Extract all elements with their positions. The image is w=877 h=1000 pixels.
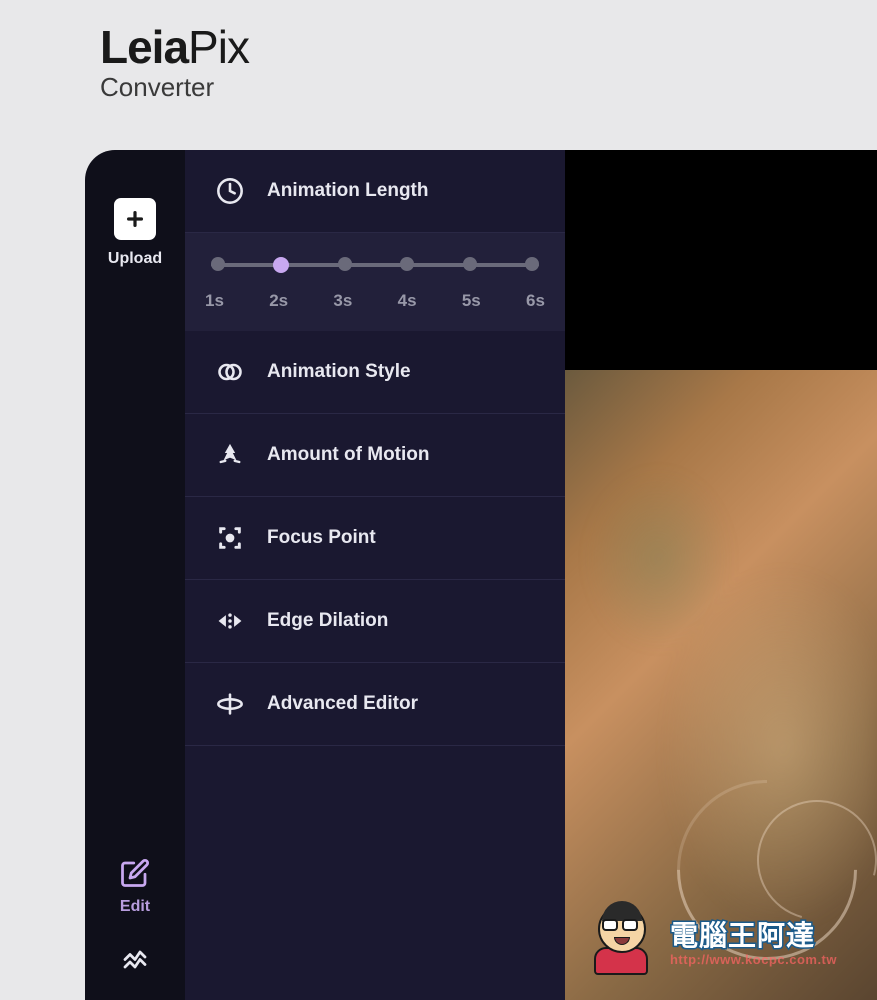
clock-icon (215, 176, 245, 206)
app-logo: LeiaPix Converter (100, 20, 847, 103)
logo-brand-light: Pix (188, 21, 249, 73)
setting-focus-point[interactable]: Focus Point (185, 497, 565, 580)
upload-label: Upload (108, 250, 162, 268)
logo-subtitle: Converter (100, 72, 847, 103)
motion-icon (215, 440, 245, 470)
slider-label: 1s (205, 291, 224, 311)
amount-of-motion-title: Amount of Motion (267, 444, 430, 466)
share-icon (120, 942, 150, 972)
setting-animation-length[interactable]: Animation Length (185, 150, 565, 233)
slider-label: 3s (333, 291, 352, 311)
watermark-url: http://www.kocpc.com.tw (670, 952, 837, 967)
advanced-icon (215, 689, 245, 719)
advanced-editor-title: Advanced Editor (267, 693, 418, 715)
upload-button[interactable] (114, 198, 156, 240)
watermark-text: 電腦王阿達 (670, 914, 837, 954)
edge-dilation-title: Edge Dilation (267, 610, 388, 632)
slider-label: 4s (398, 291, 417, 311)
slider-label: 5s (462, 291, 481, 311)
style-icon (215, 357, 245, 387)
slider-label: 6s (526, 291, 545, 311)
focus-icon (215, 523, 245, 553)
slider-dot-5[interactable] (463, 257, 477, 271)
slider-dot-1[interactable] (211, 257, 225, 271)
slider-dot-4[interactable] (400, 257, 414, 271)
slider-dot-3[interactable] (338, 257, 352, 271)
setting-edge-dilation[interactable]: Edge Dilation (185, 580, 565, 663)
animation-length-slider[interactable]: 1s 2s 3s 4s 5s 6s (185, 233, 565, 331)
focus-point-title: Focus Point (267, 527, 376, 549)
setting-amount-of-motion[interactable]: Amount of Motion (185, 414, 565, 497)
edit-icon (120, 858, 150, 888)
setting-animation-style[interactable]: Animation Style (185, 331, 565, 414)
animation-length-title: Animation Length (267, 180, 428, 202)
logo-brand-bold: Leia (100, 21, 188, 73)
sidebar-item-share[interactable] (112, 934, 158, 980)
slider-label: 2s (269, 291, 288, 311)
edge-icon (215, 606, 245, 636)
slider-dot-2[interactable] (273, 257, 289, 273)
sidebar: Upload Edit (85, 150, 185, 1000)
slider-dot-6[interactable] (525, 257, 539, 271)
sidebar-item-upload[interactable]: Upload (100, 190, 170, 276)
slider-track[interactable] (211, 263, 539, 267)
animation-style-title: Animation Style (267, 361, 411, 383)
watermark-avatar-icon (588, 905, 658, 975)
settings-panel: Animation Length 1s 2s 3s 4s 5s (185, 150, 565, 1000)
app-window: Upload Edit (85, 150, 877, 1000)
setting-advanced-editor[interactable]: Advanced Editor (185, 663, 565, 746)
watermark: 電腦王阿達 http://www.kocpc.com.tw (588, 905, 837, 975)
sidebar-item-edit[interactable]: Edit (112, 850, 158, 924)
plus-icon (124, 208, 146, 230)
edit-label: Edit (120, 898, 150, 916)
preview-area (565, 150, 877, 1000)
